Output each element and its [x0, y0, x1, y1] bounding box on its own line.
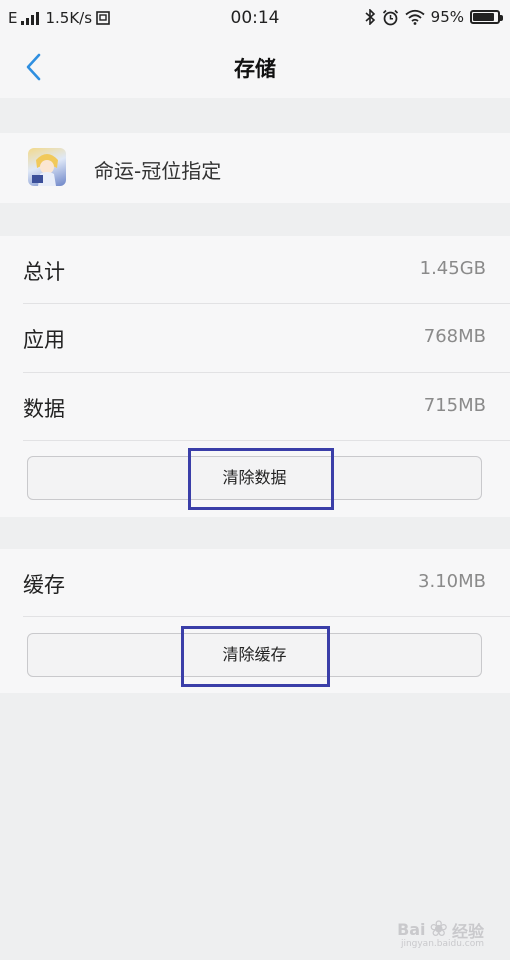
battery-percent: 95%: [430, 8, 464, 26]
cache-value: 3.10MB: [418, 571, 486, 592]
clear-cache-button[interactable]: 清除缓存: [27, 633, 482, 677]
status-right: 95%: [364, 8, 503, 26]
divider: [23, 616, 510, 617]
wifi-icon: [405, 9, 425, 25]
baidu-watermark: Bai ❀ 经验 jingyan.baidu.com: [397, 917, 484, 949]
battery-icon: [470, 10, 503, 24]
storage-card: 总计 1.45GB 应用 768MB 数据 715MB 清除数据: [0, 236, 510, 517]
total-value: 1.45GB: [419, 258, 486, 279]
watermark-url: jingyan.baidu.com: [400, 939, 484, 949]
cache-card: 缓存 3.10MB 清除缓存: [0, 549, 510, 693]
data-size-value: 715MB: [423, 395, 486, 416]
cache-label: 缓存: [23, 573, 65, 597]
data-size-label: 数据: [23, 397, 65, 421]
total-row: 总计 1.45GB: [0, 236, 510, 304]
clear-data-button[interactable]: 清除数据: [27, 456, 482, 500]
app-size-label: 应用: [23, 328, 65, 352]
battery-level-fill: [473, 13, 494, 21]
app-size-row: 应用 768MB: [0, 304, 510, 372]
nav-bar: 存储: [0, 36, 510, 98]
bluetooth-icon: [365, 9, 375, 25]
data-size-row: 数据 715MB: [0, 373, 510, 441]
app-size-value: 768MB: [423, 326, 486, 347]
status-bar: E 1.5K/s 00:14 95%: [0, 0, 510, 36]
watermark-text-2: 经验: [451, 921, 484, 941]
alarm-icon: [382, 9, 398, 25]
cache-row: 缓存 3.10MB: [0, 549, 510, 617]
app-icon: [28, 148, 66, 186]
page-title: 存储: [234, 57, 276, 81]
divider: [23, 440, 510, 441]
app-name: 命运-冠位指定: [94, 159, 222, 183]
app-info-card: 命运-冠位指定: [0, 133, 510, 203]
watermark-text: Bai: [397, 920, 426, 939]
total-label: 总计: [23, 260, 65, 284]
